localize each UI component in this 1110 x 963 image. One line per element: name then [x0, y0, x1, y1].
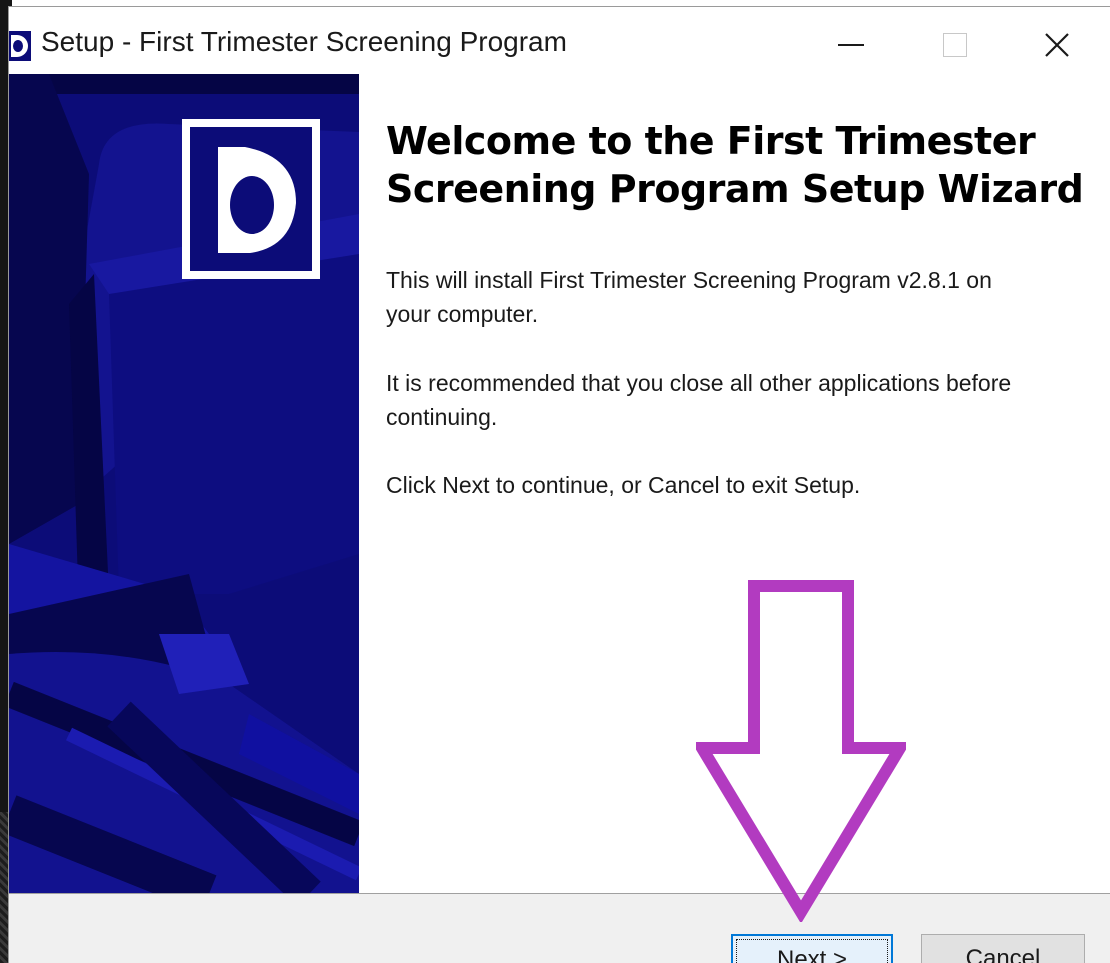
app-title-icon [9, 31, 31, 61]
install-info-text: This will install First Trimester Screen… [386, 263, 1076, 331]
wizard-heading: Welcome to the First Trimester Screening… [386, 117, 1086, 213]
down-arrow-icon [696, 580, 906, 922]
close-button[interactable] [1025, 19, 1089, 71]
minimize-button[interactable] [819, 19, 883, 71]
minimize-icon [838, 44, 864, 46]
maximize-button[interactable] [923, 19, 987, 71]
maximize-icon [943, 33, 967, 57]
recommendation-line-2: continuing. [386, 404, 498, 430]
wizard-heading-line-1: Welcome to the First Trimester [386, 119, 1036, 163]
wizard-heading-line-2: Screening Program Setup Wizard [386, 167, 1084, 211]
window-title: Setup - First Trimester Screening Progra… [41, 26, 567, 57]
next-button[interactable]: Next > [731, 934, 893, 963]
cancel-button[interactable]: Cancel [921, 934, 1085, 963]
title-bar[interactable]: Setup - First Trimester Screening Progra… [9, 7, 1110, 73]
recommendation-line-1: It is recommended that you close all oth… [386, 370, 1012, 396]
install-info-line-2: your computer. [386, 301, 539, 327]
install-info-line-1: This will install First Trimester Screen… [386, 267, 992, 293]
close-icon [1045, 33, 1069, 57]
wizard-banner-image [9, 74, 359, 894]
setup-wizard-window: Setup - First Trimester Screening Progra… [8, 6, 1110, 963]
app-logo-icon [190, 127, 312, 271]
recommendation-text: It is recommended that you close all oth… [386, 366, 1076, 434]
screenshot: Setup - First Trimester Screening Progra… [0, 0, 1110, 963]
app-logo [182, 119, 320, 279]
instructions-text: Click Next to continue, or Cancel to exi… [386, 472, 861, 498]
